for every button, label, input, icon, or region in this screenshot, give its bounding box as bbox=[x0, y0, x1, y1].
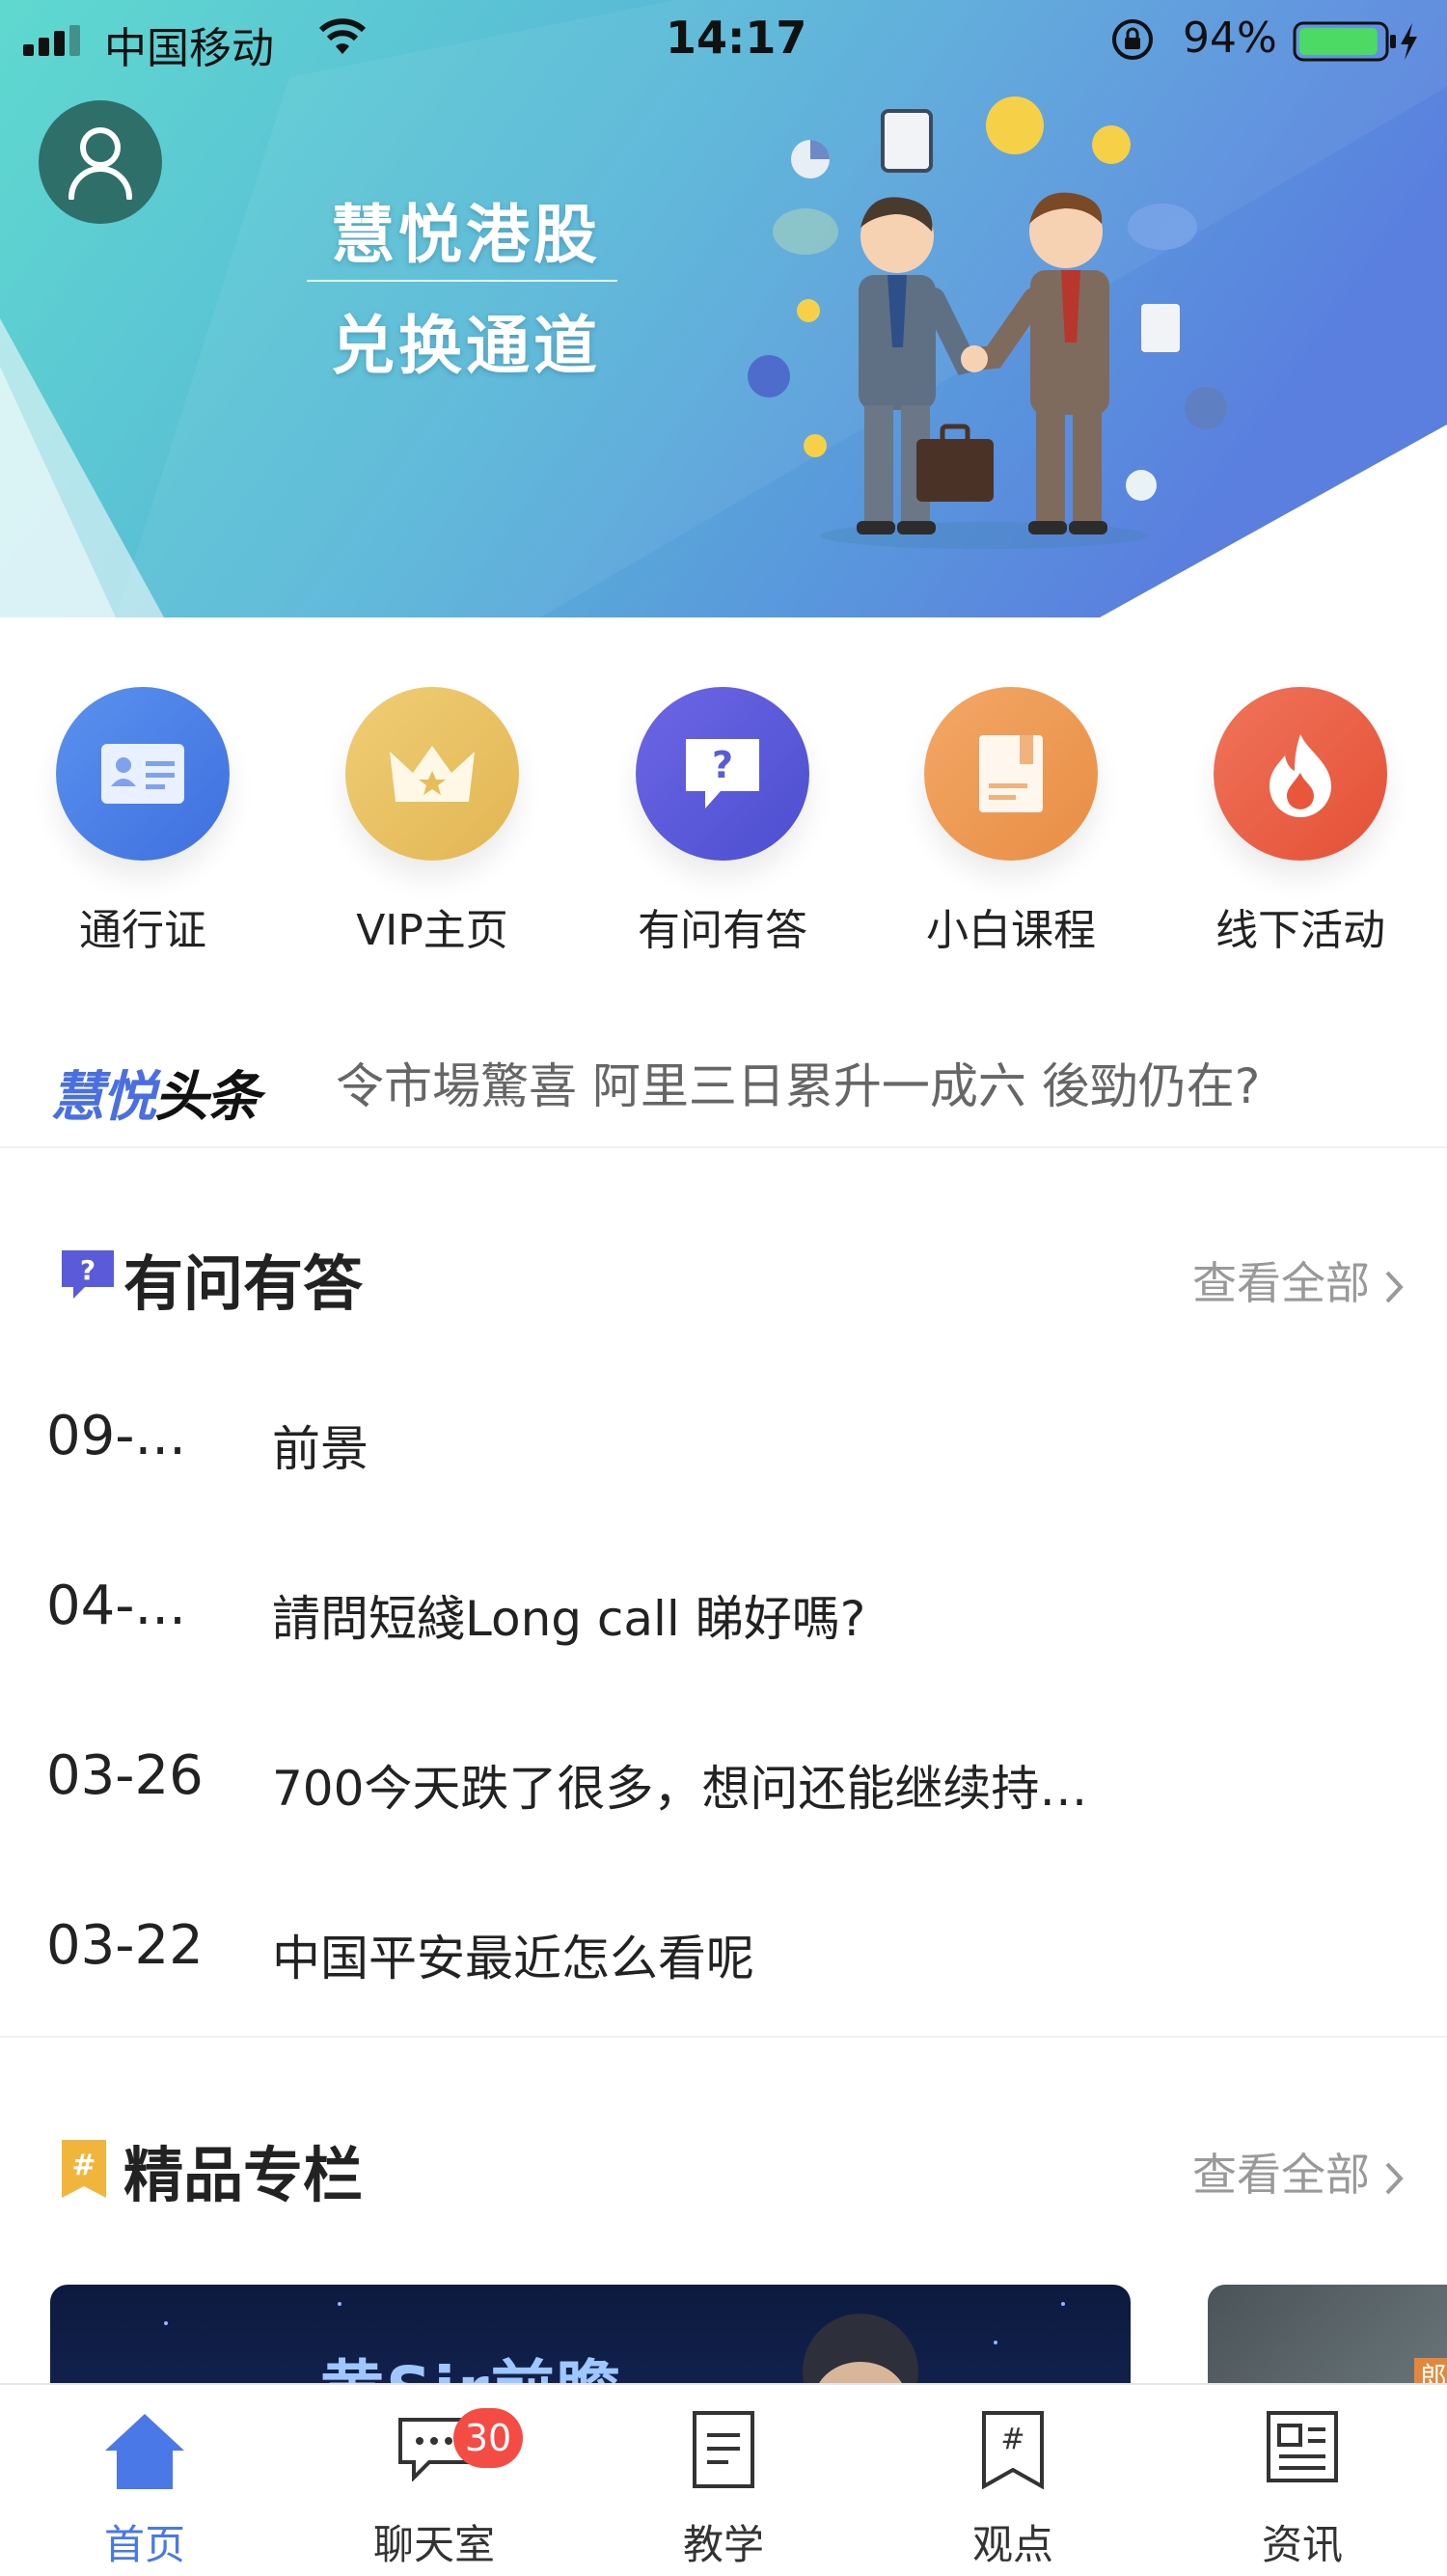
featured-section-header: # 精品专栏 查看全部 bbox=[0, 2115, 1447, 2211]
qa-item-date: 03-26 bbox=[46, 1744, 204, 1807]
banner-divider bbox=[307, 280, 617, 282]
home-icon bbox=[105, 2414, 184, 2489]
user-icon bbox=[68, 127, 132, 200]
crown-icon bbox=[390, 746, 475, 802]
headlines-logo: 慧悦头条 bbox=[50, 1054, 260, 1132]
headlines-ticker[interactable]: 慧悦头条 令市場驚喜 阿里三日累升一成六 後勁仍在? bbox=[0, 1023, 1447, 1148]
quick-action-event-circle bbox=[1214, 687, 1387, 861]
book-icon bbox=[979, 735, 1043, 812]
quick-action-pass[interactable]: 通行证 bbox=[37, 687, 249, 957]
quick-action-pass-circle bbox=[56, 687, 230, 861]
battery-percentage: 94% bbox=[1183, 14, 1277, 63]
tab-news-label: 资讯 bbox=[1261, 2521, 1343, 2568]
qa-list-item[interactable]: 03-26 700今天跌了很多，想问还能继续持… bbox=[0, 1725, 1447, 1841]
clock: 14:17 bbox=[666, 12, 807, 64]
pass-card-icon bbox=[101, 744, 184, 804]
tab-teaching-label: 教学 bbox=[682, 2521, 764, 2568]
question-bubble-icon: ? bbox=[686, 739, 759, 808]
quick-action-course[interactable]: 小白课程 bbox=[905, 687, 1117, 957]
qa-item-date: 04-... bbox=[46, 1575, 186, 1637]
banner-title-line-1: 慧悦港股 bbox=[331, 197, 601, 272]
quick-action-qa-circle: ? bbox=[636, 687, 809, 861]
svg-text:#: # bbox=[71, 2149, 96, 2182]
qa-list-item[interactable]: 09-... 前景 bbox=[0, 1385, 1447, 1501]
carrier-name: 中国移动 bbox=[104, 24, 274, 73]
quick-action-event[interactable]: 线下活动 bbox=[1194, 687, 1406, 957]
news-icon bbox=[1267, 2411, 1338, 2482]
question-bubble-icon: ? bbox=[62, 1250, 114, 1299]
rotation-lock-icon bbox=[1112, 19, 1153, 60]
headlines-logo-part-2: 头条 bbox=[154, 1066, 260, 1129]
featured-view-all-label: 查看全部 bbox=[1192, 2149, 1370, 2201]
hash-bookmark-icon: # bbox=[62, 2140, 106, 2198]
featured-section-title: 精品专栏 bbox=[123, 2140, 364, 2210]
quick-action-course-label: 小白课程 bbox=[926, 906, 1096, 955]
signal-strength-icon bbox=[23, 25, 80, 56]
banner-illustration bbox=[0, 0, 1447, 617]
bookmark-hash-icon: # bbox=[982, 2411, 1044, 2489]
tab-chatroom[interactable]: 聊天室 bbox=[289, 2385, 579, 2576]
battery-charging-icon bbox=[1293, 21, 1417, 62]
tab-chatroom-label: 聊天室 bbox=[372, 2521, 495, 2568]
qa-item-date: 03-22 bbox=[46, 1914, 204, 1977]
qa-item-question: 前景 bbox=[272, 1421, 369, 1477]
banner-title-line-2: 兑换通道 bbox=[331, 308, 601, 383]
quick-action-qa[interactable]: ? 有问有答 bbox=[616, 687, 829, 957]
qa-view-all-label: 查看全部 bbox=[1192, 1257, 1370, 1309]
quick-action-pass-label: 通行证 bbox=[79, 906, 206, 955]
quick-action-course-circle bbox=[924, 687, 1098, 861]
status-bar: 中国移动 14:17 94% bbox=[0, 0, 1447, 77]
qa-section-title: 有问有答 bbox=[123, 1248, 364, 1319]
chevron-right-icon bbox=[1385, 1271, 1404, 1302]
quick-action-qa-label: 有问有答 bbox=[638, 906, 807, 955]
qa-item-question: 中国平安最近怎么看呢 bbox=[272, 1931, 754, 1987]
section-divider bbox=[0, 2036, 1447, 2038]
tab-opinion-label: 观点 bbox=[971, 2521, 1053, 2568]
chat-unread-badge: 30 bbox=[453, 2408, 523, 2468]
promo-banner[interactable]: 慧悦港股 兑换通道 bbox=[0, 0, 1447, 617]
tab-news[interactable]: 资讯 bbox=[1158, 2385, 1447, 2576]
qa-list-item[interactable]: 04-... 請問短綫Long call 睇好嗎? bbox=[0, 1555, 1447, 1671]
svg-text:?: ? bbox=[712, 744, 733, 786]
qa-item-question: 700今天跌了很多，想问还能继续持… bbox=[272, 1761, 1088, 1817]
tab-home[interactable]: 首页 bbox=[0, 2385, 289, 2576]
user-avatar-button[interactable] bbox=[39, 100, 162, 224]
qa-list-item[interactable]: 03-22 中国平安最近怎么看呢 bbox=[0, 1895, 1447, 2011]
quick-action-vip-label: VIP主页 bbox=[356, 906, 508, 955]
tab-teaching[interactable]: 教学 bbox=[579, 2385, 868, 2576]
quick-action-vip-circle bbox=[345, 687, 519, 861]
qa-item-question: 請問短綫Long call 睇好嗎? bbox=[272, 1591, 866, 1647]
quick-action-vip[interactable]: VIP主页 bbox=[326, 687, 538, 957]
headline-text[interactable]: 令市場驚喜 阿里三日累升一成六 後勁仍在? bbox=[336, 1048, 1260, 1117]
document-icon bbox=[693, 2411, 754, 2488]
qa-view-all-link[interactable]: 查看全部 bbox=[1192, 1248, 1405, 1312]
qa-section-header: ? 有问有答 查看全部 bbox=[0, 1223, 1447, 1320]
bottom-tab-bar: 首页 聊天室 教学 # 观点 资讯 30 bbox=[0, 2383, 1447, 2574]
headlines-logo-part-1: 慧悦 bbox=[50, 1066, 156, 1129]
chevron-right-icon bbox=[1385, 2162, 1404, 2194]
qa-item-date: 09-... bbox=[46, 1405, 186, 1467]
tab-home-label: 首页 bbox=[103, 2521, 185, 2568]
svg-text:?: ? bbox=[80, 1254, 96, 1286]
tab-opinion[interactable]: # 观点 bbox=[868, 2385, 1158, 2576]
wifi-icon bbox=[318, 18, 367, 54]
featured-view-all-link[interactable]: 查看全部 bbox=[1192, 2140, 1405, 2204]
quick-action-event-label: 线下活动 bbox=[1215, 906, 1385, 955]
flame-icon bbox=[1270, 734, 1331, 817]
svg-text:#: # bbox=[1000, 2423, 1024, 2456]
